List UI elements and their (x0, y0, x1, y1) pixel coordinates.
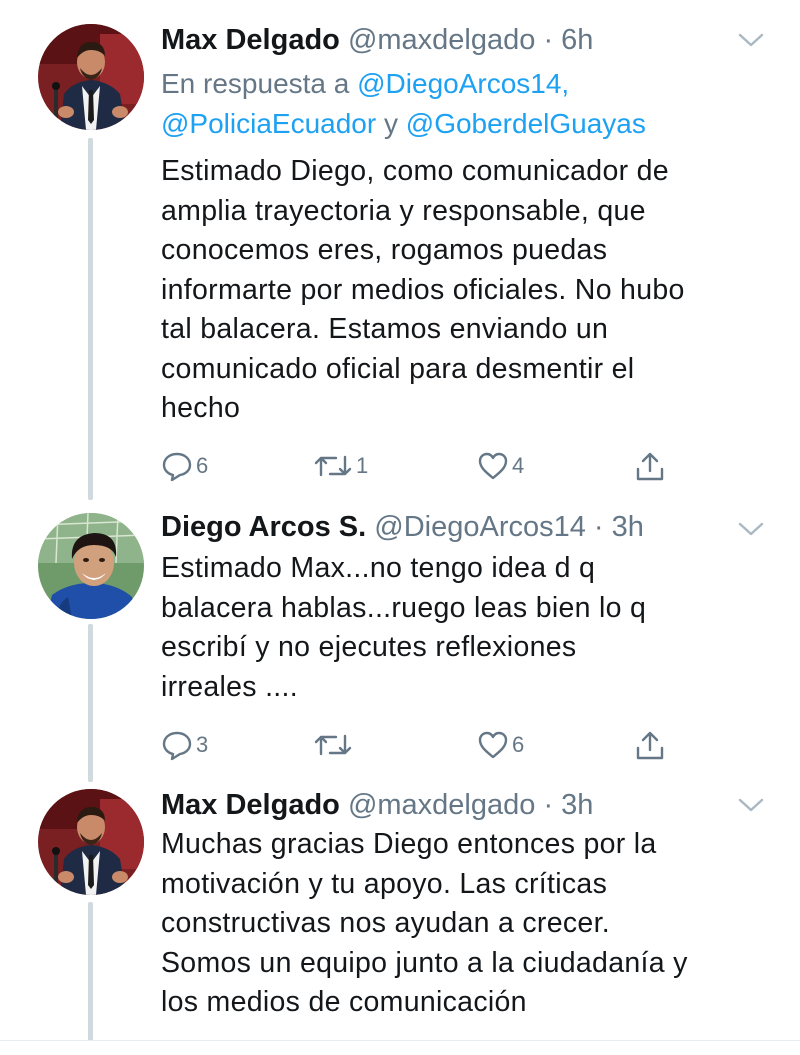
tweet-text-line: amplia trayectoria y responsable, que (161, 194, 646, 227)
tweet[interactable]: Diego Arcos S. @DiegoArcos14 · 3h Estima… (0, 505, 800, 783)
avatar[interactable] (38, 789, 144, 895)
timestamp[interactable]: 3h (612, 511, 644, 543)
retweet-button[interactable] (312, 725, 356, 765)
share-icon (636, 731, 664, 760)
chevron-down-icon[interactable] (736, 795, 766, 815)
like-count: 4 (512, 453, 525, 478)
tweet-text-line: irreales .... (161, 670, 298, 703)
tweet-text-line: Estimado Max...no tengo idea d q (161, 552, 596, 584)
author-name[interactable]: Max Delgado (161, 24, 340, 56)
reply-icon (162, 452, 192, 482)
tweet-text-line: balacera hablas...ruego leas bien lo q (161, 591, 647, 624)
reply-button[interactable]: 6 (160, 446, 208, 486)
share-button[interactable] (633, 446, 667, 486)
tweet-text: Estimado Diego, como comunicador de ampl… (161, 152, 771, 429)
timestamp[interactable]: 6h (561, 24, 593, 56)
tweet-text: Muchas gracias Diego entonces por la mot… (161, 825, 771, 1023)
mention-link[interactable]: @GoberdelGuayas (406, 108, 646, 139)
tweet-text-line: comunicado oficial para desmentir el (161, 352, 635, 385)
share-icon (636, 452, 664, 481)
like-button[interactable]: 4 (476, 446, 524, 486)
reply-count: 3 (196, 732, 209, 757)
mention-link[interactable]: @DiegoArcos14, (357, 68, 569, 99)
tweet-text-line: hecho (161, 392, 241, 424)
retweet-icon (314, 455, 352, 477)
author-handle[interactable]: @DiegoArcos14 (374, 511, 586, 543)
avatar[interactable] (38, 24, 144, 130)
reply-context: En respuesta a @DiegoArcos14, @PoliciaEc… (161, 64, 646, 144)
chevron-down-icon[interactable] (736, 30, 766, 50)
man-at-podium-avatar-icon (38, 789, 144, 895)
reply-count: 6 (196, 453, 209, 478)
author-name[interactable]: Diego Arcos S. (161, 511, 366, 543)
tweet-text: Estimado Max...no tengo idea d q balacer… (161, 549, 771, 707)
separator-dot: · (535, 24, 562, 56)
mention-link[interactable]: @PoliciaEcuador (161, 108, 376, 139)
author-name[interactable]: Max Delgado (161, 789, 340, 821)
tweet-text-line: constructivas nos ayudan a crecer. (161, 907, 611, 939)
author-handle[interactable]: @maxdelgado (348, 24, 535, 56)
timestamp[interactable]: 3h (561, 789, 593, 821)
tweet-text-line: motivación y tu apoyo. Las críticas (161, 867, 608, 900)
man-at-podium-avatar-icon (38, 24, 144, 130)
like-icon (478, 731, 508, 759)
chevron-down-icon[interactable] (736, 519, 766, 539)
next-tweet-actions-cutoff (0, 1040, 800, 1055)
author-handle[interactable]: @maxdelgado (348, 789, 535, 821)
reply-icon (162, 731, 192, 761)
tweet-text-line: tal balacera. Estamos enviando un (161, 313, 609, 345)
reply-prefix: En respuesta a (161, 68, 358, 99)
retweet-button[interactable]: 1 (312, 446, 368, 486)
like-icon (478, 452, 508, 480)
tweet-text-line: los medios de comunicación (161, 986, 527, 1018)
tweet[interactable]: Max Delgado @maxdelgado · 6h En respuest… (0, 0, 800, 505)
tweet-actions: 3 6 (0, 725, 800, 765)
tweet[interactable]: Max Delgado @maxdelgado · 3h Muchas grac… (0, 783, 800, 1054)
tweet-text-line: escribí y no ejecutes reflexiones (161, 631, 577, 663)
tweet-text-line: conocemos eres, rogamos puedas (161, 234, 608, 266)
retweet-icon (314, 734, 352, 756)
reply-conjunction: y (376, 108, 406, 139)
tweet-text-line: informarte por medios oficiales. No hubo (161, 273, 685, 306)
tweet-text-line: Muchas gracias Diego entonces por la (161, 828, 657, 860)
reply-button[interactable]: 3 (160, 725, 208, 765)
tweet-text-line: Estimado Diego, como comunicador de (161, 155, 669, 187)
retweet-count: 1 (356, 453, 369, 478)
share-button[interactable] (633, 725, 667, 765)
avatar[interactable] (38, 513, 144, 619)
smiling-man-avatar-icon (38, 513, 144, 619)
like-count: 6 (512, 732, 525, 757)
like-button[interactable]: 6 (476, 725, 524, 765)
separator-dot: · (585, 511, 612, 543)
tweet-text-line: Somos un equipo junto a la ciudadanía y (161, 946, 688, 979)
separator-dot: · (535, 789, 562, 821)
tweet-actions: 6 1 4 (0, 446, 800, 486)
